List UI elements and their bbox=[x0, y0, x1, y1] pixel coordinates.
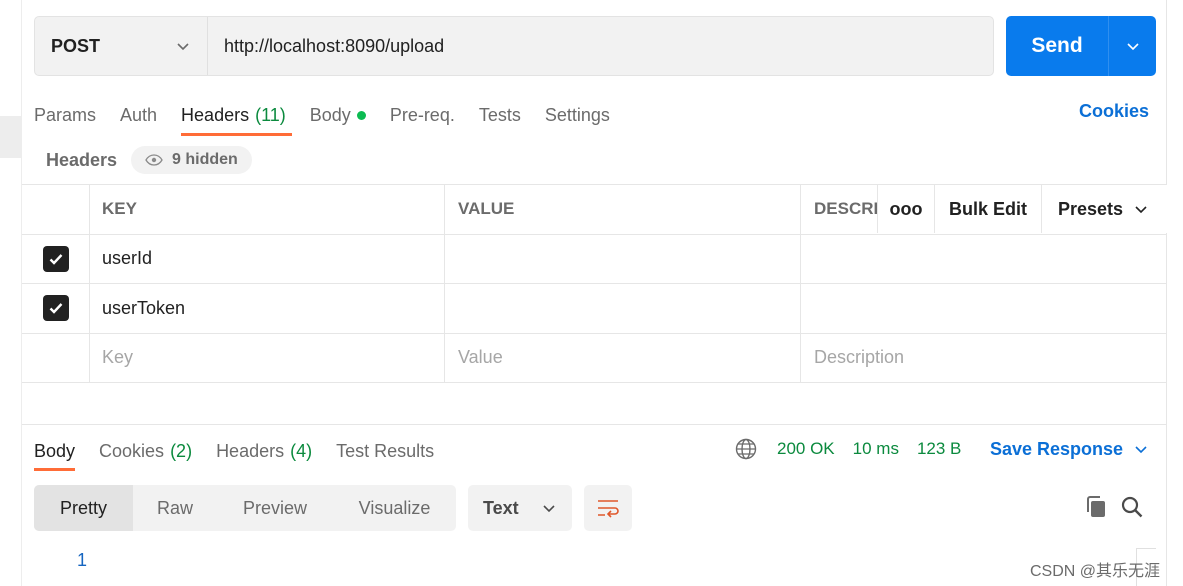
checkmark-icon bbox=[49, 303, 62, 314]
right-border bbox=[1166, 0, 1167, 586]
send-options-button[interactable] bbox=[1108, 16, 1156, 76]
response-tab-cookies[interactable]: Cookies (2) bbox=[99, 434, 192, 468]
header-check-cell bbox=[22, 185, 90, 234]
tab-label: Auth bbox=[120, 104, 158, 125]
table-tools: ooo Bulk Edit Presets bbox=[877, 185, 1167, 233]
bulk-edit-button[interactable]: Bulk Edit bbox=[934, 185, 1041, 233]
response-size[interactable]: 123 B bbox=[917, 439, 961, 459]
row-checkbox[interactable] bbox=[42, 245, 69, 272]
hidden-headers-toggle[interactable]: 9 hidden bbox=[131, 146, 252, 174]
tab-tests[interactable]: Tests bbox=[479, 96, 521, 134]
line-number: 1 bbox=[77, 550, 88, 570]
view-preview[interactable]: Preview bbox=[217, 485, 333, 531]
search-icon[interactable] bbox=[1120, 495, 1144, 519]
checkmark-icon bbox=[49, 253, 62, 265]
response-tab-headers[interactable]: Headers (4) bbox=[216, 434, 312, 468]
tab-params[interactable]: Params bbox=[34, 96, 96, 134]
method-select[interactable]: POST bbox=[35, 17, 208, 75]
request-tabs: Params Auth Headers (11) Body Pre-req. Te… bbox=[34, 96, 634, 136]
view-visualize[interactable]: Visualize bbox=[333, 485, 456, 531]
body-indicator-dot bbox=[356, 110, 366, 120]
tab-count: (4) bbox=[290, 440, 313, 461]
row-check-cell bbox=[22, 284, 90, 333]
tab-auth[interactable]: Auth bbox=[120, 96, 157, 134]
view-pretty[interactable]: Pretty bbox=[34, 485, 133, 531]
save-response-label: Save Response bbox=[990, 438, 1124, 459]
tab-label: Cookies bbox=[99, 440, 165, 461]
cookies-link[interactable]: Cookies bbox=[1079, 101, 1149, 122]
table-new-row: Key Value Description bbox=[22, 333, 1166, 383]
chevron-down-icon bbox=[543, 505, 555, 513]
row-check-cell bbox=[22, 333, 90, 382]
save-response-button[interactable]: Save Response bbox=[990, 436, 1149, 462]
key-cell[interactable]: userToken bbox=[90, 284, 445, 333]
response-tab-body[interactable]: Body bbox=[34, 434, 76, 471]
tab-pre-request[interactable]: Pre-req. bbox=[390, 96, 455, 134]
response-time[interactable]: 10 ms bbox=[853, 439, 899, 459]
value-cell[interactable] bbox=[445, 234, 801, 283]
globe-icon[interactable] bbox=[735, 438, 757, 460]
headers-label: Headers bbox=[46, 149, 118, 170]
format-select[interactable]: Text bbox=[468, 485, 572, 531]
url-bar: POST http://localhost:8090/upload bbox=[34, 16, 994, 76]
row-check-cell bbox=[22, 234, 90, 283]
description-cell[interactable] bbox=[801, 284, 1166, 333]
more-options-button[interactable]: ooo bbox=[877, 185, 934, 233]
hidden-count: 9 hidden bbox=[172, 151, 238, 168]
pane-divider[interactable] bbox=[22, 424, 1166, 425]
chevron-down-icon bbox=[177, 43, 189, 51]
gutter-stub bbox=[0, 116, 22, 158]
description-cell[interactable] bbox=[801, 235, 1166, 284]
status-code[interactable]: 200 OK bbox=[777, 439, 835, 459]
response-tabs: Body Cookies (2) Headers (4) Test Results bbox=[34, 434, 458, 471]
chevron-down-icon bbox=[1135, 206, 1147, 214]
tab-label: Pre-req. bbox=[389, 104, 455, 125]
row-checkbox[interactable] bbox=[42, 295, 69, 322]
view-mode-tabs: Pretty Raw Preview Visualize bbox=[34, 485, 456, 531]
format-label: Text bbox=[483, 497, 519, 518]
tab-label: Headers bbox=[181, 104, 250, 125]
send-button[interactable]: Send bbox=[1006, 16, 1108, 76]
presets-dropdown[interactable]: Presets bbox=[1041, 185, 1167, 233]
tab-label: Body bbox=[309, 104, 351, 125]
eye-icon bbox=[145, 154, 163, 166]
headers-subheader: Headers 9 hidden bbox=[46, 146, 252, 174]
tab-settings[interactable]: Settings bbox=[545, 96, 610, 134]
table-row: userToken bbox=[22, 284, 1166, 334]
left-gutter bbox=[0, 0, 22, 586]
tab-label: Test Results bbox=[336, 440, 435, 461]
key-input[interactable]: Key bbox=[90, 333, 445, 382]
presets-label: Presets bbox=[1058, 198, 1124, 219]
response-tab-test-results[interactable]: Test Results bbox=[336, 434, 434, 468]
view-raw[interactable]: Raw bbox=[133, 485, 217, 531]
column-value: VALUE bbox=[445, 185, 801, 234]
table-row: userId bbox=[22, 234, 1166, 284]
value-cell[interactable] bbox=[445, 284, 801, 333]
tab-label: Settings bbox=[544, 104, 610, 125]
response-status: 200 OK 10 ms 123 B bbox=[735, 436, 979, 462]
tab-body[interactable]: Body bbox=[310, 96, 366, 134]
tab-label: Tests bbox=[478, 104, 521, 125]
tab-headers[interactable]: Headers (11) bbox=[181, 96, 292, 136]
wrap-lines-button[interactable] bbox=[584, 485, 632, 531]
tab-count: (11) bbox=[255, 104, 286, 125]
description-input[interactable]: Description bbox=[801, 334, 1166, 383]
tab-count: (2) bbox=[170, 440, 193, 461]
tab-label: Headers bbox=[216, 440, 285, 461]
url-input[interactable]: http://localhost:8090/upload bbox=[208, 36, 444, 57]
chevron-down-icon bbox=[1135, 446, 1147, 454]
tab-label: Body bbox=[34, 440, 76, 461]
wrap-lines-icon bbox=[598, 500, 619, 518]
tab-label: Params bbox=[34, 104, 97, 125]
copy-icon[interactable] bbox=[1084, 495, 1108, 519]
send-button-group: Send bbox=[1006, 16, 1156, 76]
key-cell[interactable]: userId bbox=[90, 234, 445, 283]
column-key: KEY bbox=[90, 185, 445, 234]
method-label: POST bbox=[51, 35, 101, 56]
watermark: CSDN @其乐无涯 bbox=[1030, 563, 1161, 580]
chevron-down-icon bbox=[1126, 43, 1139, 51]
value-input[interactable]: Value bbox=[445, 333, 801, 382]
